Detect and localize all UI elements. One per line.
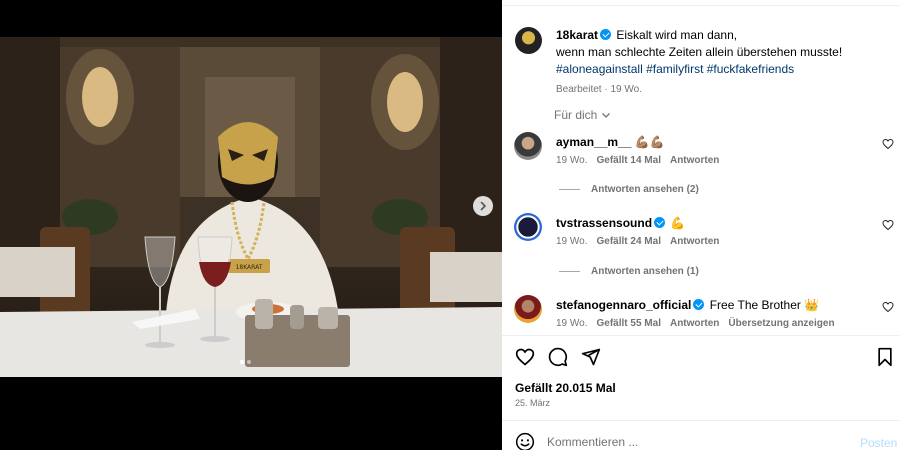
translate-button[interactable]: Übersetzung anzeigen: [728, 318, 834, 329]
verified-icon: [600, 29, 612, 40]
post-likes-count[interactable]: Gefällt 20.015 Mal: [515, 381, 616, 395]
replies-line: [559, 189, 580, 190]
heart-icon[interactable]: [882, 301, 894, 313]
verified-icon: [654, 217, 666, 228]
comment-input[interactable]: [547, 435, 837, 449]
post-edited-meta: Bearbeitet · 19 Wo.: [556, 84, 642, 95]
post-image[interactable]: 18KARAT: [0, 37, 502, 377]
comment-time[interactable]: 19 Wo.: [556, 236, 588, 247]
comment-avatar[interactable]: [514, 295, 542, 323]
comment-sort-label: Für dich: [554, 108, 598, 122]
add-comment-bar: Posten: [502, 420, 900, 450]
heart-icon[interactable]: [882, 138, 894, 150]
comment-time[interactable]: 19 Wo.: [556, 318, 588, 329]
view-replies-label: Antworten ansehen (2): [591, 184, 699, 195]
post-actions-bar: [502, 335, 900, 380]
divider: [502, 0, 900, 6]
bookmark-icon[interactable]: [876, 347, 894, 367]
heart-icon[interactable]: [882, 219, 894, 231]
replies-line: [559, 271, 580, 272]
comment-text: 💪: [670, 216, 686, 230]
caption-line-1: Eiskalt wird man dann,: [616, 28, 738, 42]
view-replies-label: Antworten ansehen (1): [591, 266, 699, 277]
chain-pendant-text: 18KARAT: [236, 264, 263, 271]
comment-sort-dropdown[interactable]: Für dich: [554, 108, 611, 122]
comment-avatar[interactable]: [514, 132, 542, 160]
carousel-dot-active: [240, 360, 244, 364]
caption-line-2: wenn man schlechte Zeiten allein überste…: [556, 45, 843, 59]
comment-likes-count[interactable]: Gefällt 24 Mal: [597, 236, 661, 247]
post-media: 18KARAT: [0, 0, 502, 450]
view-replies-button[interactable]: Antworten ansehen (2): [559, 184, 699, 195]
comment-likes-count[interactable]: Gefällt 55 Mal: [597, 318, 661, 329]
comment-reply-button[interactable]: Antworten: [670, 318, 719, 329]
comment-username[interactable]: tvstrassensound: [556, 216, 652, 230]
post-sidebar: 18karat Eiskalt wird man dann, wenn man …: [502, 0, 900, 450]
carousel-next-button[interactable]: [473, 196, 493, 216]
post-date[interactable]: 25. März: [515, 398, 550, 408]
comment-text: 💪🏽💪🏽: [634, 135, 665, 149]
comment-username[interactable]: stefanogennaro_official: [556, 298, 691, 312]
comment-avatar[interactable]: [514, 213, 542, 241]
post-caption: 18karat Eiskalt wird man dann, wenn man …: [556, 27, 886, 98]
chevron-right-icon: [480, 201, 487, 211]
emoji-icon[interactable]: [515, 432, 535, 450]
caption-hashtags[interactable]: #aloneagainstall #familyfirst #fuckfakef…: [556, 62, 794, 76]
post-author-avatar[interactable]: [515, 27, 542, 54]
comment-reply-button[interactable]: Antworten: [670, 236, 719, 247]
verified-icon: [693, 299, 705, 310]
restaurant-photo: 18KARAT: [0, 37, 502, 377]
comment-username[interactable]: ayman__m__: [556, 135, 631, 149]
comment-time[interactable]: 19 Wo.: [556, 155, 588, 166]
chevron-down-icon: [602, 113, 611, 118]
carousel-dot: [247, 360, 251, 364]
post-author-username[interactable]: 18karat: [556, 28, 598, 42]
share-icon[interactable]: [581, 347, 601, 367]
comment-reply-button[interactable]: Antworten: [670, 155, 719, 166]
comment-text: Free The Brother 👑: [709, 298, 820, 312]
comment-likes-count[interactable]: Gefällt 14 Mal: [597, 155, 661, 166]
post-comment-button[interactable]: Posten: [860, 436, 897, 450]
comment-icon[interactable]: [548, 347, 568, 367]
heart-icon[interactable]: [515, 347, 535, 367]
view-replies-button[interactable]: Antworten ansehen (1): [559, 266, 699, 277]
carousel-indicator: [240, 360, 251, 364]
